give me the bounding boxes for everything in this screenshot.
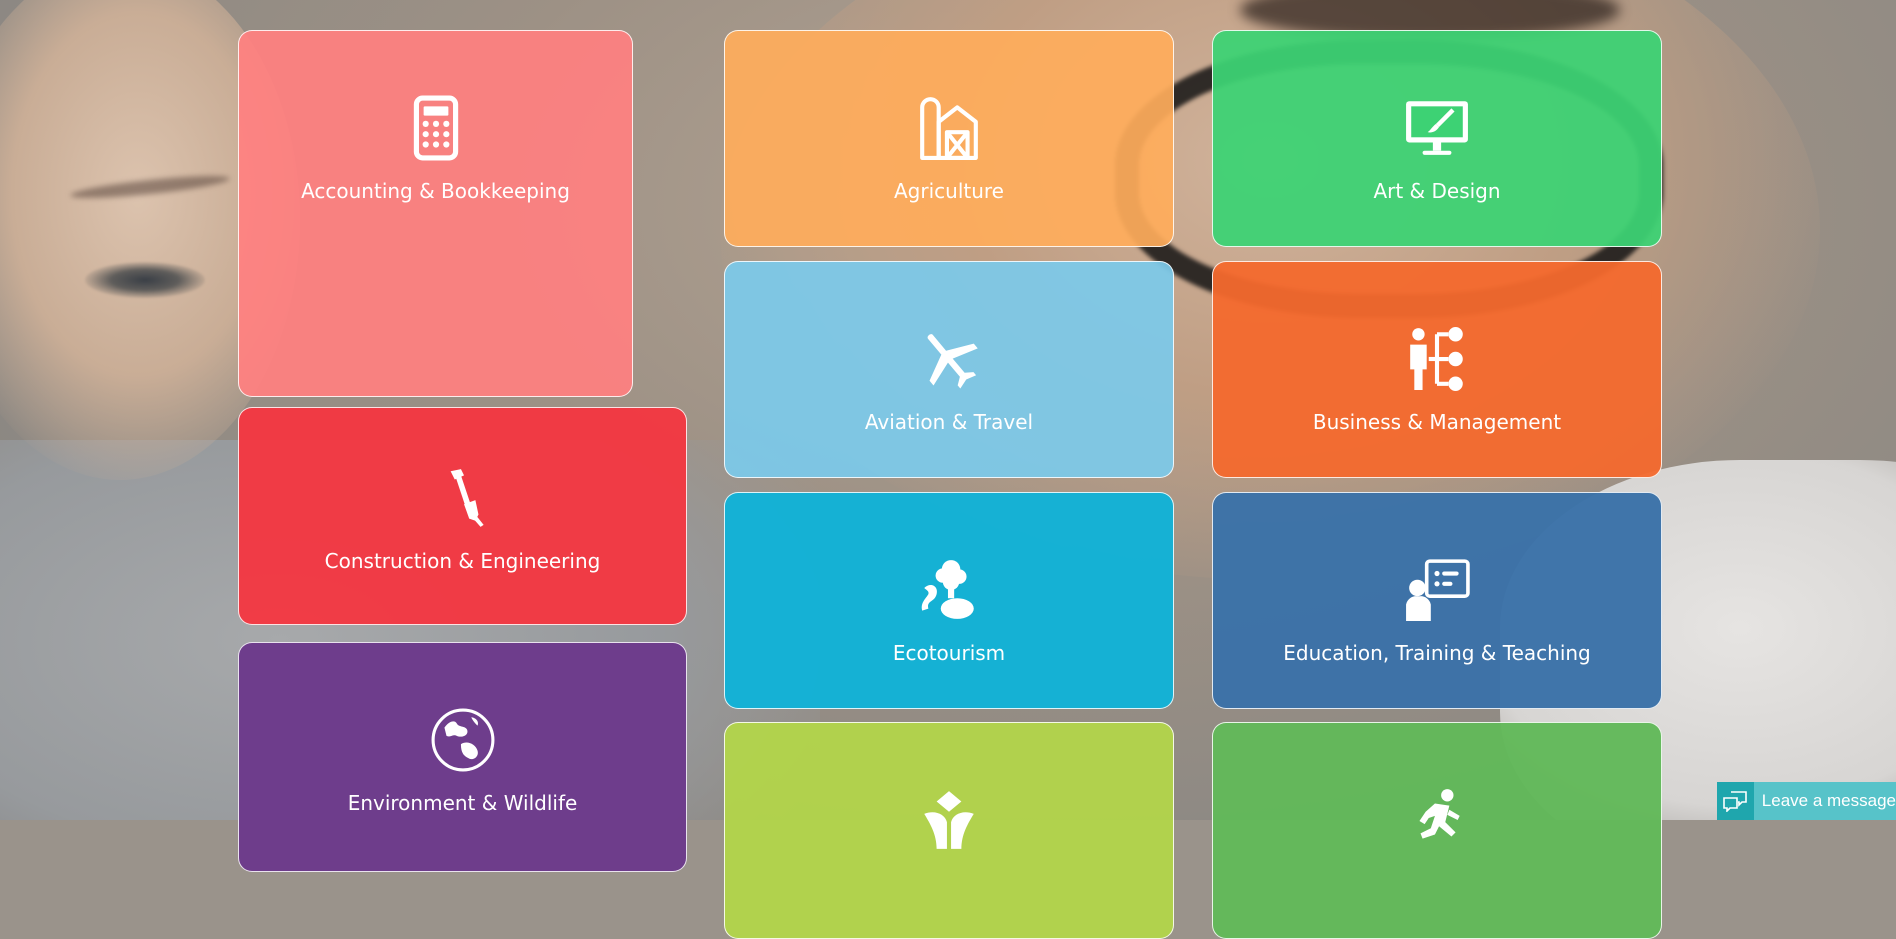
category-label: Accounting & Bookkeeping xyxy=(301,179,570,203)
category-tile-environment-wildlife[interactable]: Environment & Wildlife xyxy=(238,642,687,872)
tree-landscape-icon xyxy=(914,555,984,625)
calculator-icon xyxy=(401,93,471,163)
shovel-icon xyxy=(428,463,498,533)
category-label: Aviation & Travel xyxy=(864,410,1034,434)
organization-chart-icon xyxy=(1402,324,1472,394)
category-label: Business & Management xyxy=(1312,410,1562,434)
category-label: Ecotourism xyxy=(892,641,1006,665)
category-label: Construction & Engineering xyxy=(324,549,601,573)
category-label: Education, Training & Teaching xyxy=(1283,641,1591,665)
category-tile-ecotourism[interactable]: Ecotourism xyxy=(724,492,1174,709)
category-tile-agriculture[interactable]: Agriculture xyxy=(724,30,1174,247)
category-label: Art & Design xyxy=(1373,179,1501,203)
teacher-board-icon xyxy=(1402,555,1472,625)
globe-icon xyxy=(428,705,498,775)
category-tile-accounting[interactable]: Accounting & Bookkeeping xyxy=(238,30,633,397)
category-tile-construction-engineering[interactable]: Construction & Engineering xyxy=(238,407,687,625)
monitor-brush-icon xyxy=(1402,93,1472,163)
chat-bubbles-icon xyxy=(1717,782,1754,820)
leave-message-widget[interactable]: Leave a message xyxy=(1717,782,1896,820)
category-label: Agriculture xyxy=(894,179,1004,203)
category-tile-aviation-travel[interactable]: Aviation & Travel xyxy=(724,261,1174,478)
running-person-icon xyxy=(1402,785,1472,855)
plant-icon xyxy=(914,785,984,855)
airplane-icon xyxy=(914,324,984,394)
barn-icon xyxy=(914,93,984,163)
category-tile-education[interactable]: Education, Training & Teaching xyxy=(1212,492,1662,709)
category-tile-art-design[interactable]: Art & Design xyxy=(1212,30,1662,247)
category-tile-plant[interactable] xyxy=(724,722,1174,939)
category-label: Environment & Wildlife xyxy=(347,791,578,815)
category-tile-sports[interactable] xyxy=(1212,722,1662,939)
chat-label: Leave a message xyxy=(1761,791,1896,810)
category-tile-business-management[interactable]: Business & Management xyxy=(1212,261,1662,478)
